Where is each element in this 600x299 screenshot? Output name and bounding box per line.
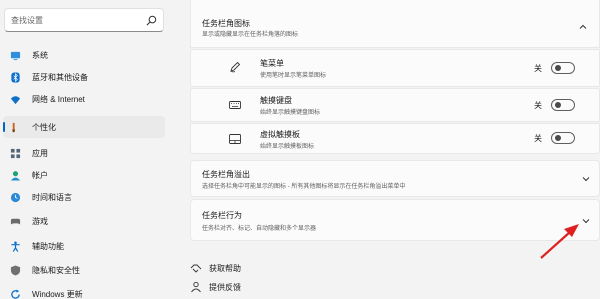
accessibility-icon (10, 241, 21, 252)
toggle-knob (555, 135, 561, 141)
sidebar-item-label: 蓝牙和其他设备 (32, 72, 88, 82)
search-input[interactable] (11, 13, 141, 28)
shield-icon (10, 264, 21, 276)
chevron-down-icon[interactable] (581, 174, 591, 184)
sidebar-item-system[interactable]: 系统 (3, 44, 165, 66)
sidebar-item-label: 个性化 (32, 122, 56, 132)
sidebar-item-label: 应用 (32, 148, 48, 158)
keyboard-icon (229, 101, 241, 109)
active-indicator (3, 122, 5, 132)
globe-clock-icon (10, 192, 21, 203)
bluetooth-icon (10, 71, 21, 83)
sidebar-item-bluetooth[interactable]: 蓝牙和其他设备 (3, 66, 165, 88)
search-icon[interactable] (146, 15, 157, 26)
row-description: 始终显示触摸板图标 (260, 144, 315, 150)
link-label: 提供反馈 (209, 282, 241, 292)
section-description: 显示或隐藏显示在任务栏角落的图标 (202, 32, 299, 38)
sidebar-item-label: 游戏 (32, 216, 48, 226)
touch-keyboard-row: 触摸键盘 始终显示触摸键盘图标 关 (190, 88, 600, 122)
search-box[interactable] (4, 8, 164, 32)
taskbar-behavior-section[interactable]: 任务栏行为 任务栏对齐、标记、自动隐藏和多个显示器 (190, 199, 600, 241)
sidebar-item-label: 时间和语言 (32, 192, 72, 202)
corner-icons-section[interactable]: 任务栏角图标 显示或隐藏显示在任务栏角落的图标 (190, 0, 600, 48)
feedback-icon (191, 281, 201, 293)
sidebar-item-apps[interactable]: 应用 (3, 142, 165, 164)
give-feedback-link[interactable]: 提供反馈 (190, 281, 241, 293)
help-icon (190, 264, 202, 273)
section-description: 任务栏对齐、标记、自动隐藏和多个显示器 (202, 226, 317, 232)
get-help-link[interactable]: 获取帮助 (190, 262, 241, 274)
sidebar-item-label: 网络 & Internet (32, 94, 85, 104)
touch-keyboard-toggle[interactable] (551, 99, 575, 111)
sidebar-item-label: 帐户 (32, 170, 48, 180)
sidebar-item-label: 隐私和安全性 (32, 265, 80, 275)
toggle-state-label: 关 (534, 134, 542, 143)
pen-menu-row: 笔菜单 使用笔时显示笔菜单图标 关 (190, 49, 600, 87)
gamepad-icon (10, 216, 21, 227)
link-label: 获取帮助 (209, 263, 241, 273)
row-description: 使用笔时显示笔菜单图标 (260, 73, 327, 79)
sidebar-item-time-language[interactable]: 时间和语言 (3, 186, 165, 208)
section-title: 任务栏角图标 (202, 19, 250, 28)
row-title: 虚拟触摸板 (260, 130, 300, 139)
section-title: 任务栏角溢出 (202, 170, 250, 179)
account-icon (10, 170, 21, 181)
sidebar-item-privacy[interactable]: 隐私和安全性 (3, 259, 165, 281)
sidebar-item-accounts[interactable]: 帐户 (3, 164, 165, 186)
sidebar-item-label: 系统 (32, 50, 48, 60)
sidebar-item-label: 辅助功能 (32, 241, 64, 251)
section-title: 任务栏行为 (202, 211, 242, 220)
row-title: 触摸键盘 (260, 96, 292, 105)
sidebar-item-personalization[interactable]: 个性化 (3, 116, 165, 138)
monitor-icon (10, 50, 21, 61)
sidebar-item-gaming[interactable]: 游戏 (3, 210, 165, 232)
virtual-touchpad-toggle[interactable] (551, 132, 575, 144)
section-description: 选择任务栏角中可能显示的图标 - 所有其他图标将显示在任务栏角溢出菜单中 (202, 184, 406, 190)
toggle-knob (555, 65, 561, 71)
sidebar-item-label: Windows 更新 (32, 289, 83, 299)
sidebar-item-accessibility[interactable]: 辅助功能 (3, 235, 165, 257)
sidebar-item-network[interactable]: 网络 & Internet (3, 88, 165, 110)
pen-menu-toggle[interactable] (551, 62, 575, 74)
row-title: 笔菜单 (260, 59, 284, 68)
sidebar-item-windows-update[interactable]: Windows 更新 (3, 283, 165, 299)
chevron-up-icon[interactable] (578, 22, 588, 32)
chevron-down-icon[interactable] (581, 216, 591, 226)
row-description: 始终显示触摸键盘图标 (260, 110, 321, 116)
update-icon (10, 288, 21, 299)
toggle-state-label: 关 (534, 101, 542, 110)
apps-icon (10, 148, 21, 159)
brush-icon (10, 122, 21, 133)
toggle-knob (555, 102, 561, 108)
touchpad-icon (229, 134, 241, 144)
toggle-state-label: 关 (534, 64, 542, 73)
pen-icon (230, 61, 241, 73)
overflow-section[interactable]: 任务栏角溢出 选择任务栏角中可能显示的图标 - 所有其他图标将显示在任务栏角溢出… (190, 160, 600, 197)
sidebar: 系统 蓝牙和其他设备 网络 & Internet 个性化 应用 帐户 时间和语言… (0, 0, 178, 299)
main-content: 任务栏角图标 显示或隐藏显示在任务栏角落的图标 笔菜单 使用笔时显示笔菜单图标 … (190, 0, 600, 299)
virtual-touchpad-row: 虚拟触摸板 始终显示触摸板图标 关 (190, 123, 600, 154)
wifi-icon (10, 94, 21, 105)
